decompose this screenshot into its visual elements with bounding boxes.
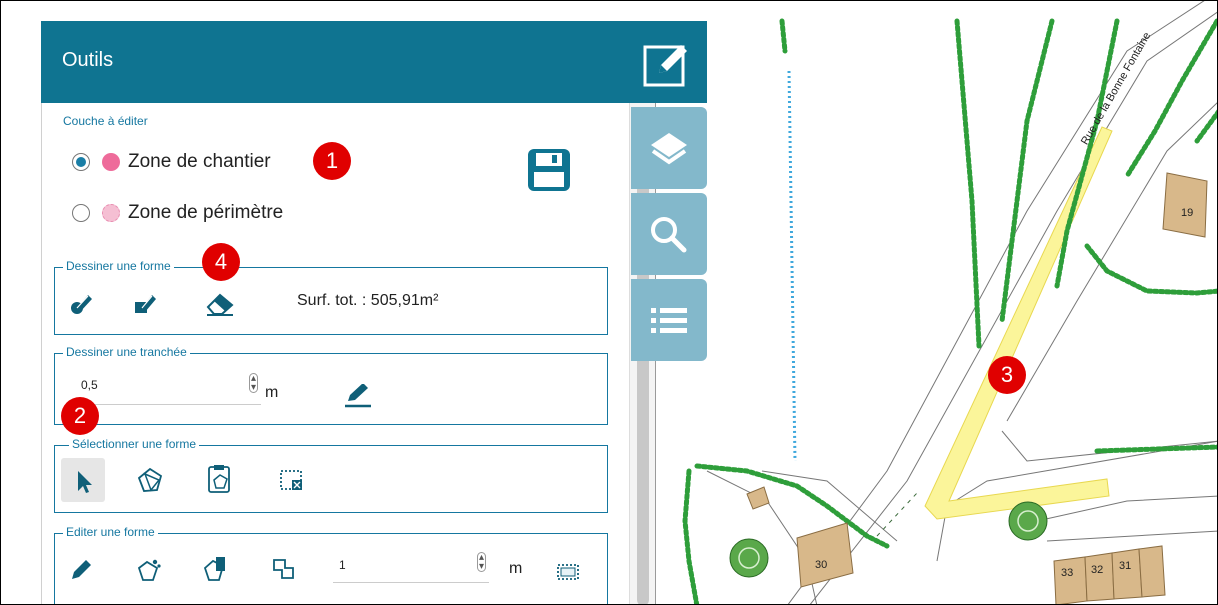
scale-icon (203, 557, 225, 581)
clone-button[interactable] (271, 556, 299, 587)
select-polygon-icon (137, 467, 163, 492)
edit-shape-group: Editer une forme 1 ▴ ▾ m (54, 525, 608, 604)
panel-body: Couche à éditer Zone de chantier Zone de… (41, 103, 630, 604)
tab-search[interactable] (631, 193, 707, 275)
select-box-button[interactable] (277, 466, 307, 499)
pointer-button[interactable] (61, 458, 105, 502)
edit-toggle-button[interactable] (641, 39, 691, 89)
layers-icon (651, 133, 687, 165)
trees (729, 501, 1048, 578)
draw-shape-legend: Dessiner une forme (63, 259, 174, 273)
stepper-icon[interactable]: ▴ ▾ (477, 552, 487, 572)
list-icon (651, 308, 687, 333)
eraser-icon (206, 293, 234, 316)
bbox-button[interactable] (555, 562, 581, 587)
buffer-distance-value: 1 (339, 558, 346, 572)
layer-option-chantier[interactable]: Zone de chantier (72, 151, 271, 173)
draw-trench-button[interactable] (343, 383, 373, 413)
surface-total: Surf. tot. : 505,91m² (297, 292, 439, 309)
trench-width-input[interactable]: 0,5 ▴ ▾ (71, 373, 261, 405)
edit-vertex-button[interactable] (69, 558, 93, 587)
buffer-distance-input[interactable]: 1 ▴ ▾ (333, 552, 489, 583)
lot-label: 19 (1181, 207, 1194, 219)
select-shape-legend: Sélectionner une forme (69, 437, 200, 451)
select-polygon-button[interactable] (135, 466, 165, 499)
draw-trench-group: Dessiner une tranchée 0,5 ▴ ▾ m (54, 345, 608, 425)
eraser-button[interactable] (205, 292, 235, 321)
draw-shape-group: Dessiner une forme Surf. tot.: 505,91m² (54, 259, 608, 335)
layer-label: Zone de chantier (128, 151, 271, 172)
layer-label: Zone de périmètre (128, 202, 284, 223)
buffer-unit: m (509, 560, 523, 577)
tools-panel: Outils Couche à éditer Zone de chantier … (41, 21, 707, 604)
panel-header: Outils (41, 21, 707, 103)
annotation-badge-4: 4 (202, 243, 240, 281)
draw-freehand-button[interactable] (133, 290, 159, 321)
lot-label: 30 (815, 559, 828, 571)
lot-label: 31 (1119, 560, 1132, 572)
radio-chantier[interactable] (72, 153, 90, 171)
layer-option-perimetre[interactable]: Zone de périmètre (72, 202, 283, 224)
color-swatch (102, 204, 120, 222)
lot-label: 33 (1061, 567, 1074, 579)
scale-button[interactable] (201, 554, 231, 589)
water-line (787, 70, 797, 462)
pencil-icon (345, 383, 371, 408)
save-button[interactable] (526, 147, 572, 198)
search-icon (651, 217, 687, 253)
edit-icon (643, 45, 687, 87)
select-box-icon (280, 470, 302, 490)
annotation-badge-3: 3 (988, 356, 1026, 394)
app-frame: 19 30 33 32 31 Rue de la Bonne Fontaine … (0, 0, 1218, 605)
draw-polygon-icon (71, 295, 92, 314)
edit-shape-legend: Editer une forme (63, 525, 158, 539)
pencil-icon (72, 560, 91, 579)
vertex-edit-button[interactable] (135, 556, 163, 589)
color-swatch (102, 153, 120, 171)
draw-trench-legend: Dessiner une tranchée (63, 345, 190, 359)
trench-unit: m (265, 384, 279, 401)
save-icon (528, 149, 570, 191)
draw-freehand-icon (135, 295, 156, 313)
buildings (746, 172, 1208, 604)
clipboard-polygon-button[interactable] (205, 464, 235, 499)
bbox-icon (557, 564, 579, 580)
layer-section-label: Couche à éditer (63, 114, 148, 128)
radio-perimetre[interactable] (72, 204, 90, 222)
pointer-icon (78, 471, 92, 493)
lot-label: 32 (1091, 564, 1104, 576)
annotation-badge-2: 2 (61, 397, 99, 435)
stepper-icon[interactable]: ▴ ▾ (249, 373, 259, 393)
clone-icon (273, 559, 294, 579)
tab-layers[interactable] (631, 107, 707, 189)
annotation-badge-1: 1 (313, 142, 351, 180)
tab-legend[interactable] (631, 279, 707, 361)
trench-width-value: 0,5 (81, 378, 98, 392)
draw-polygon-button[interactable] (69, 290, 95, 321)
clipboard-polygon-icon (208, 465, 230, 493)
vertex-edit-icon (137, 559, 161, 581)
panel-title: Outils (62, 49, 114, 71)
select-shape-group: Sélectionner une forme (54, 437, 608, 513)
